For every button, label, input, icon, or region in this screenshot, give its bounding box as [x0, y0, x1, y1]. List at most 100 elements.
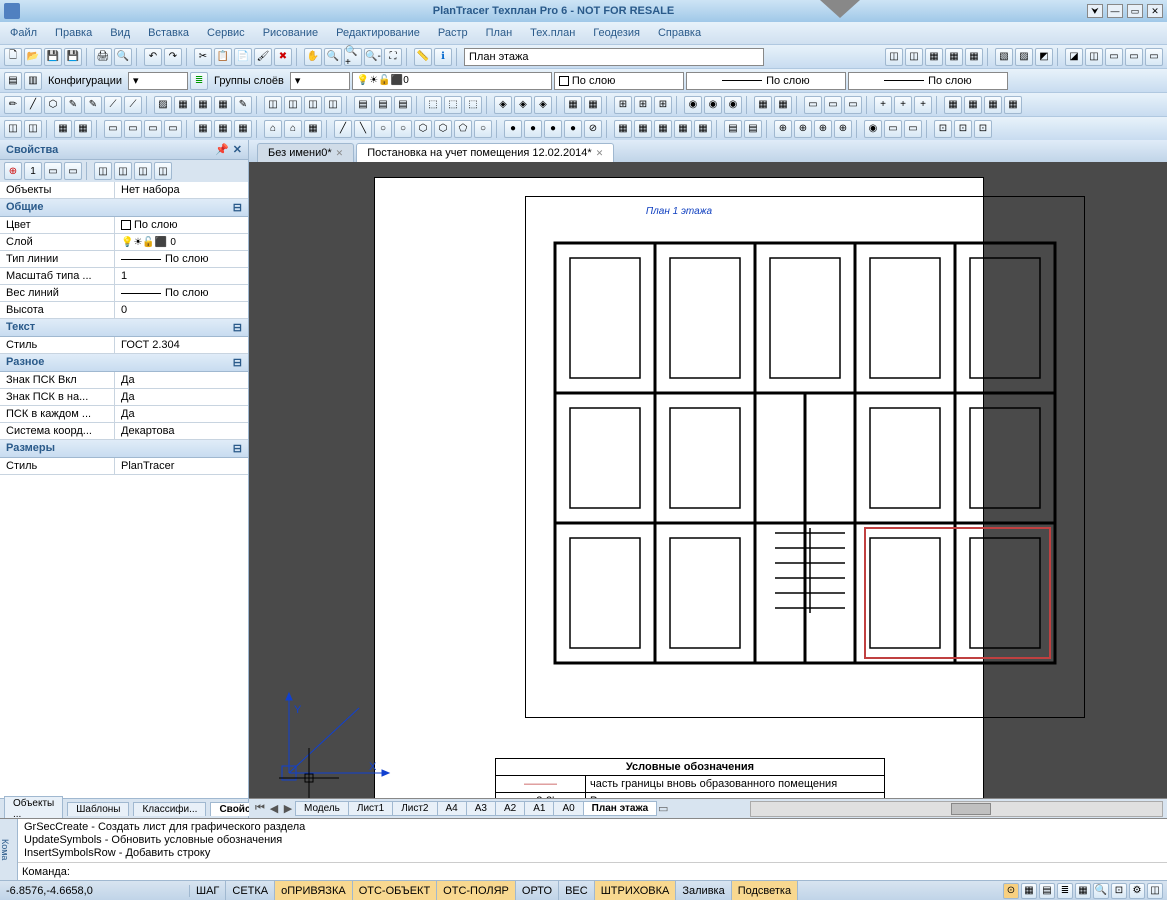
tab-add-icon[interactable]: ▭	[656, 802, 670, 815]
tb4-icon-48[interactable]: ◉	[864, 120, 882, 138]
open-icon[interactable]: 📂	[24, 48, 42, 66]
tb4-icon-15[interactable]: ⌂	[264, 120, 282, 138]
tool-l-icon[interactable]: ▭	[1125, 48, 1143, 66]
tb3-icon-56[interactable]: ▦	[1004, 96, 1022, 114]
tb4-icon-37[interactable]: ▦	[674, 120, 692, 138]
prop-layer[interactable]: Слой💡☀🔓⬛ 0	[0, 234, 248, 251]
tb3-icon-9[interactable]: ▦	[174, 96, 192, 114]
status-toggle-ОРТО[interactable]: ОРТО	[516, 881, 559, 900]
tb4-icon-43[interactable]: ⊕	[774, 120, 792, 138]
status-toggle-ШАГ[interactable]: ШАГ	[190, 881, 226, 900]
tool-f-icon[interactable]: ▧	[995, 48, 1013, 66]
layers-icon[interactable]: ≣	[190, 72, 208, 90]
tb3-icon-43[interactable]: ▦	[774, 96, 792, 114]
menu-Вид[interactable]: Вид	[106, 25, 134, 41]
horizontal-scrollbar[interactable]	[750, 801, 1163, 817]
lineweight-dropdown[interactable]: По слою	[848, 72, 1008, 90]
section-misc[interactable]: Разное⊟	[0, 354, 248, 372]
menu-Справка[interactable]: Справка	[654, 25, 705, 41]
prop-lweight[interactable]: Вес линийПо слою	[0, 285, 248, 302]
layer-mgr-icon[interactable]: ▤	[4, 72, 22, 90]
menu-Сервис[interactable]: Сервис	[203, 25, 249, 41]
saveall-icon[interactable]: 💾	[64, 48, 82, 66]
section-general[interactable]: Общие⊟	[0, 199, 248, 217]
tb3-icon-40[interactable]: ◉	[724, 96, 742, 114]
new-icon[interactable]: 🗋	[4, 48, 22, 66]
tb4-icon-3[interactable]: ▦	[54, 120, 72, 138]
view-tab-Модель[interactable]: Модель	[295, 801, 349, 816]
menu-Рисование[interactable]: Рисование	[259, 25, 322, 41]
cut-icon[interactable]: ✂	[194, 48, 212, 66]
preview-icon[interactable]: 🔍	[114, 48, 132, 66]
tb3-icon-8[interactable]: ▨	[154, 96, 172, 114]
tb3-icon-53[interactable]: ▦	[944, 96, 962, 114]
tb3-icon-55[interactable]: ▦	[984, 96, 1002, 114]
tb3-icon-35[interactable]: ⊞	[634, 96, 652, 114]
tool-d-icon[interactable]: ▦	[945, 48, 963, 66]
search-field[interactable]: План этажа	[464, 48, 764, 66]
tb4-icon-34[interactable]: ▦	[614, 120, 632, 138]
tb3-icon-10[interactable]: ▦	[194, 96, 212, 114]
menu-Тех.план[interactable]: Тех.план	[526, 25, 579, 41]
tb4-icon-4[interactable]: ▦	[74, 120, 92, 138]
tb3-icon-14[interactable]: ◫	[264, 96, 282, 114]
tool-i-icon[interactable]: ◪	[1065, 48, 1083, 66]
sb-icon-8[interactable]: ⚙	[1129, 883, 1145, 899]
layer-dropdown[interactable]: 💡☀🔓⬛ 0	[352, 72, 552, 90]
tool-k-icon[interactable]: ▭	[1105, 48, 1123, 66]
tb3-icon-23[interactable]: ⬚	[424, 96, 442, 114]
tb4-icon-49[interactable]: ▭	[884, 120, 902, 138]
tb3-icon-17[interactable]: ◫	[324, 96, 342, 114]
tb3-icon-49[interactable]: +	[874, 96, 892, 114]
tb4-icon-24[interactable]: ⬡	[434, 120, 452, 138]
view-tab-A0[interactable]: A0	[553, 801, 583, 816]
tb4-icon-41[interactable]: ▤	[744, 120, 762, 138]
tb3-icon-2[interactable]: ⬡	[44, 96, 62, 114]
tb4-icon-54[interactable]: ⊡	[974, 120, 992, 138]
menu-План[interactable]: План	[482, 25, 517, 41]
tb3-icon-16[interactable]: ◫	[304, 96, 322, 114]
menu-Вставка[interactable]: Вставка	[144, 25, 193, 41]
status-toggle-ВЕС[interactable]: ВЕС	[559, 881, 595, 900]
print-icon[interactable]: 🖨	[94, 48, 112, 66]
tb4-icon-19[interactable]: ╱	[334, 120, 352, 138]
tb3-icon-21[interactable]: ▤	[394, 96, 412, 114]
redo-icon[interactable]: ↷	[164, 48, 182, 66]
tb3-icon-4[interactable]: ✎	[84, 96, 102, 114]
zoom-icon[interactable]: 🔍	[324, 48, 342, 66]
undo-icon[interactable]: ↶	[144, 48, 162, 66]
prop-id-icon[interactable]: 1	[24, 162, 42, 180]
menu-Правка[interactable]: Правка	[51, 25, 96, 41]
tb3-icon-42[interactable]: ▦	[754, 96, 772, 114]
tb4-icon-9[interactable]: ▭	[164, 120, 182, 138]
view-tab-Лист1[interactable]: Лист1	[348, 801, 393, 816]
tb4-icon-30[interactable]: ●	[544, 120, 562, 138]
tb4-icon-32[interactable]: ⊘	[584, 120, 602, 138]
prop-sel-icon[interactable]: ▭	[44, 162, 62, 180]
sb-icon-9[interactable]: ◫	[1147, 883, 1163, 899]
tool-c-icon[interactable]: ▦	[925, 48, 943, 66]
tb3-icon-29[interactable]: ◈	[534, 96, 552, 114]
prop-ucs-on[interactable]: Знак ПСК ВклДа	[0, 372, 248, 389]
prop-coordsys[interactable]: Система коорд...Декартова	[0, 423, 248, 440]
tb3-icon-24[interactable]: ⬚	[444, 96, 462, 114]
tb4-icon-36[interactable]: ▦	[654, 120, 672, 138]
layergroups-dropdown[interactable]: ▾	[290, 72, 350, 90]
tb4-icon-52[interactable]: ⊡	[934, 120, 952, 138]
match-icon[interactable]: 🖌	[254, 48, 272, 66]
config-dropdown[interactable]: ▾	[128, 72, 188, 90]
tb3-icon-28[interactable]: ◈	[514, 96, 532, 114]
info-icon[interactable]: ℹ	[434, 48, 452, 66]
tb4-icon-13[interactable]: ▦	[234, 120, 252, 138]
doc-tab-1[interactable]: Постановка на учет помещения 12.02.2014*…	[356, 143, 614, 162]
status-toggle-СЕТКА[interactable]: СЕТКА	[226, 881, 275, 900]
tb4-icon-7[interactable]: ▭	[124, 120, 142, 138]
save-icon[interactable]: 💾	[44, 48, 62, 66]
tb3-icon-51[interactable]: +	[914, 96, 932, 114]
close-button[interactable]: ✕	[1147, 4, 1163, 18]
tb4-icon-16[interactable]: ⌂	[284, 120, 302, 138]
paste-icon[interactable]: 📄	[234, 48, 252, 66]
tb3-icon-20[interactable]: ▤	[374, 96, 392, 114]
tb4-icon-8[interactable]: ▭	[144, 120, 162, 138]
tb4-icon-53[interactable]: ⊡	[954, 120, 972, 138]
